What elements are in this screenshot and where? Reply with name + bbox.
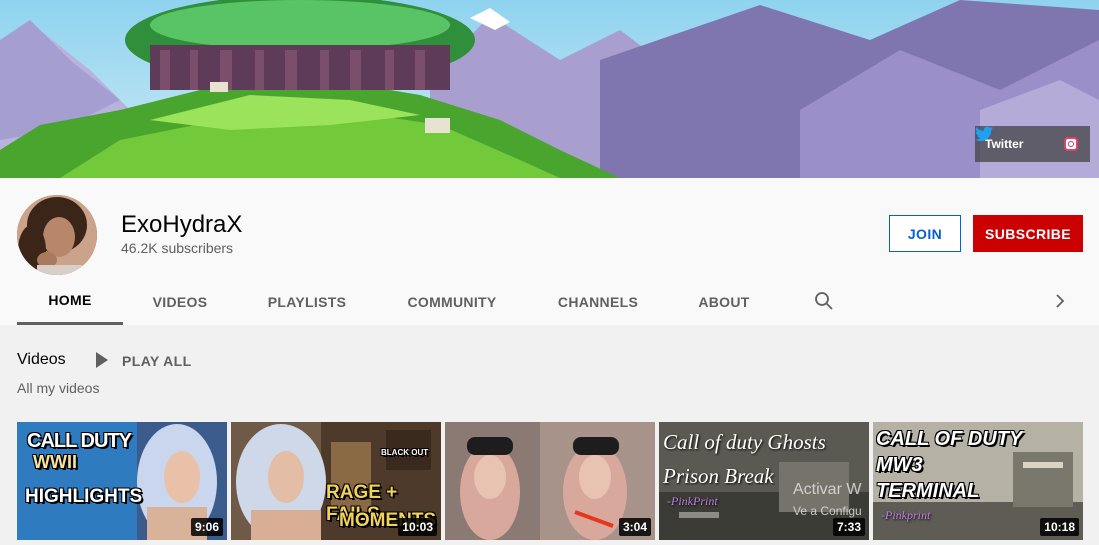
channel-avatar[interactable] [17,195,97,275]
thumbnail-title: CALL DUTY [27,430,132,452]
twitter-icon[interactable] [975,126,993,142]
channel-name: ExoHydraX [121,211,243,238]
channel-tabs: HOME VIDEOS PLAYLISTS COMMUNITY CHANNELS… [17,278,1087,325]
play-icon[interactable] [96,352,108,368]
subscriber-count: 46.2K subscribers [121,240,234,256]
shelf-subtitle: All my videos [17,380,100,396]
watermark-subtext: Ve a Configu [793,504,862,518]
tab-channels[interactable]: CHANNELS [541,278,655,325]
thumbnail-title: CALL OF DUTY [876,428,1023,450]
thumbnail-signature: -Pinkprint [881,508,931,522]
instagram-icon[interactable] [1064,137,1078,151]
tab-videos[interactable]: VIDEOS [133,278,227,325]
subscribe-button[interactable]: SUBSCRIBE [973,215,1083,252]
video-duration: 9:06 [190,518,223,536]
play-all-button[interactable]: PLAY ALL [122,353,192,369]
video-thumbnail[interactable]: Call of duty Ghosts Prison Break -PinkPr… [659,422,869,540]
thumbnail-subtitle: Prison Break [663,464,774,488]
tab-playlists[interactable]: PLAYLISTS [249,278,365,325]
thumbnail-caption: -PinkPrint [667,494,718,508]
social-links: Twitter [975,126,1090,162]
video-thumbnail[interactable]: CALL DUTY WWII HIGHLIGHTS 9:06 [17,422,227,540]
thumbnail-title: Call of duty Ghosts [663,430,826,454]
thumbnail-subtitle: WWII [33,452,77,472]
video-thumbnail[interactable]: 3:04 [445,422,655,540]
watermark-text: Activar W [793,481,862,498]
tab-home[interactable]: HOME [17,278,123,325]
video-duration: 3:04 [618,518,651,536]
thumbnail-badge: BLACK OUT [381,448,429,457]
videos-shelf: Videos PLAY ALL All my videos CALL DUTY … [0,325,1099,545]
video-duration: 7:33 [832,518,865,536]
channel-banner: Twitter [0,0,1099,178]
tab-community[interactable]: COMMUNITY [387,278,517,325]
video-duration: 10:03 [398,518,437,536]
thumbnail-caption: TERMINAL [876,480,980,502]
video-thumbnail[interactable]: CALL OF DUTY MW3 TERMINAL -Pinkprint 10:… [873,422,1083,540]
shelf-title[interactable]: Videos [17,351,66,369]
chevron-right-icon[interactable] [1053,292,1067,310]
video-thumbnail[interactable]: BLACK OUT RAGE + FAILS MOMENTS 10:03 [231,422,441,540]
banner-artwork [0,0,1099,178]
join-button[interactable]: JOIN [889,215,961,252]
thumbnail-caption: HIGHLIGHTS [25,486,143,507]
avatar-image [17,195,97,275]
tab-about[interactable]: ABOUT [681,278,767,325]
channel-header: ExoHydraX 46.2K subscribers JOIN SUBSCRI… [0,178,1099,325]
search-icon[interactable] [814,291,834,311]
thumbnail-subtitle: MW3 [876,454,923,476]
video-duration: 10:18 [1040,518,1079,536]
